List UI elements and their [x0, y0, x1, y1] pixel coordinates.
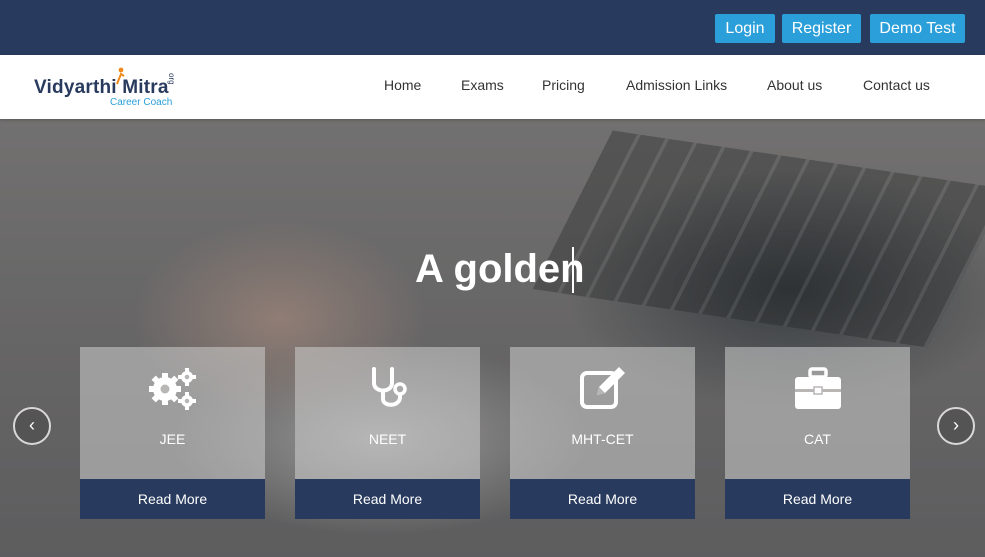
logo-org: org: [167, 73, 176, 85]
read-more-button-cat[interactable]: Read More: [725, 479, 910, 519]
carousel-prev-button[interactable]: ‹: [13, 407, 51, 445]
exam-card-cat: CAT Read More: [725, 347, 910, 519]
nav-home[interactable]: Home: [384, 77, 421, 93]
login-button[interactable]: Login: [715, 14, 775, 43]
chevron-left-icon: ‹: [29, 415, 35, 435]
exam-card-title: MHT-CET: [571, 431, 634, 447]
typing-caret: [572, 247, 574, 293]
demo-test-button[interactable]: Demo Test: [870, 14, 965, 43]
logo-tagline: Career Coach: [110, 97, 173, 108]
carousel-next-button[interactable]: ›: [937, 407, 975, 445]
nav-exams[interactable]: Exams: [461, 77, 504, 93]
exam-card-title: CAT: [804, 431, 831, 447]
nav-contact-us[interactable]: Contact us: [863, 77, 930, 93]
edit-icon: [510, 365, 695, 413]
read-more-button-neet[interactable]: Read More: [295, 479, 480, 519]
nav-about-us[interactable]: About us: [767, 77, 822, 93]
gears-icon: [80, 365, 265, 413]
nav-admission-links[interactable]: Admission Links: [626, 77, 727, 93]
read-more-button-jee[interactable]: Read More: [80, 479, 265, 519]
read-more-button-mht-cet[interactable]: Read More: [510, 479, 695, 519]
exam-card-title: JEE: [159, 431, 186, 447]
logo-figure-icon: [116, 67, 125, 85]
exam-card-title: NEET: [368, 431, 407, 447]
top-bar: Login Register Demo Test: [0, 0, 985, 55]
main-navbar: Vidyarthi Mitra org Career Coach Home Ex…: [0, 55, 985, 119]
hero-headline: A golden: [415, 247, 585, 291]
chevron-right-icon: ›: [953, 415, 959, 435]
nav-pricing[interactable]: Pricing: [542, 77, 585, 93]
site-logo[interactable]: Vidyarthi Mitra org Career Coach: [34, 67, 194, 109]
exam-card-mht-cet: MHT-CET Read More: [510, 347, 695, 519]
logo-wordmark: Vidyarthi Mitra: [34, 77, 169, 98]
register-button[interactable]: Register: [782, 14, 861, 43]
exam-card-jee: JEE Read More: [80, 347, 265, 519]
briefcase-icon: [725, 365, 910, 413]
hero-banner: A golden JEE Read More NEET Read More MH…: [0, 119, 985, 557]
exam-card-neet: NEET Read More: [295, 347, 480, 519]
stethoscope-icon: [295, 365, 480, 413]
